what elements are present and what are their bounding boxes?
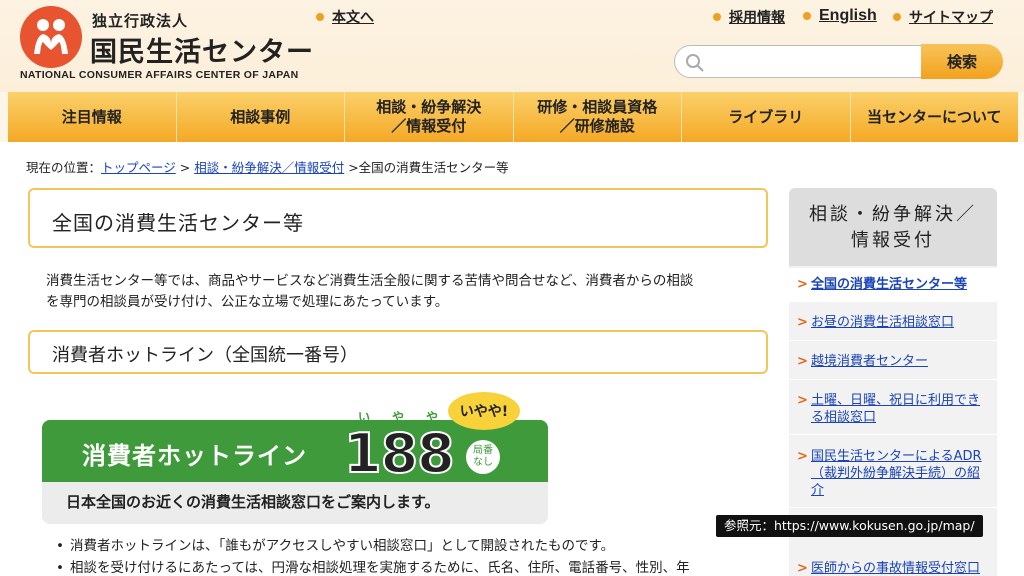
skip-link-label: 本文へ <box>332 10 374 26</box>
english-link-label: English <box>819 7 877 24</box>
bullet-dot-icon <box>713 13 721 21</box>
hotline-bullets: 消費者ホットラインは、「誰もがアクセスしやすい相談窓口」として開設されたものです… <box>56 535 766 576</box>
skip-to-content-link[interactable]: 本文へ <box>316 7 374 27</box>
breadcrumb-consult-link[interactable]: 相談・紛争解決／情報受付 <box>194 160 344 175</box>
sidebar-item-weekend-desk[interactable]: 土曜、日曜、祝日に利用できる相談窓口 <box>789 381 997 435</box>
breadcrumb-prefix: 現在の位置： <box>26 160 102 175</box>
org-name[interactable]: 国民生活センター <box>90 30 314 69</box>
recruit-link[interactable]: 採用情報 <box>713 7 785 27</box>
banner-title: 消費者ホットライン <box>82 442 307 470</box>
iyaya-bubble: いやや! <box>448 392 520 430</box>
intro-text: 消費生活センター等では、商品やサービスなど消費生活全般に関する苦情や問合せなど、… <box>46 271 766 313</box>
search-icon <box>686 54 704 72</box>
breadcrumb: 現在の位置：トップページ > 相談・紛争解決／情報受付 >全国の消費生活センター… <box>26 160 509 175</box>
intro-line: を専門の相談員が受け付け、公正な立場で処理にあたっています。 <box>46 294 449 310</box>
recruit-link-label: 採用情報 <box>729 10 785 26</box>
badge-line: 局番 <box>473 445 493 456</box>
english-link[interactable]: English <box>803 7 877 25</box>
sitemap-link[interactable]: サイトマップ <box>893 7 993 27</box>
list-item: 消費者ホットラインは、「誰もがアクセスしやすい相談窓口」として開設されたものです… <box>56 535 766 557</box>
nav-case-studies[interactable]: 相談事例 <box>176 92 345 142</box>
global-nav: 注目情報 相談事例 相談・紛争解決 ／情報受付 研修・相談員資格 ／研修施設 ラ… <box>8 92 1018 142</box>
sidebar-heading-line: 相談・紛争解決／ <box>809 204 977 225</box>
hotline-number: 188 <box>343 421 456 486</box>
search-box <box>674 45 926 78</box>
bullet-dot-icon <box>893 13 901 21</box>
nav-library[interactable]: ライブラリ <box>682 92 851 142</box>
logo-mark-icon[interactable] <box>20 6 82 68</box>
section-title: 消費者ホットライン（全国統一番号） <box>28 330 768 374</box>
badge-line: なし <box>473 457 493 468</box>
hotline-banner[interactable]: 消費者ホットライン 188 局番 なし 日本全国のお近くの消費生活相談窓口をご案… <box>42 420 548 524</box>
nav-consultation[interactable]: 相談・紛争解決 ／情報受付 <box>345 92 514 142</box>
list-item: 相談を受け付けるにあたっては、円滑な相談処理を実施するために、氏名、住所、電話番… <box>56 557 766 576</box>
org-name-en: NATIONAL CONSUMER AFFAIRS CENTER OF JAPA… <box>20 69 299 81</box>
no-area-code-badge: 局番 なし <box>466 440 500 474</box>
nav-training[interactable]: 研修・相談員資格 ／研修施設 <box>513 92 682 142</box>
bullet-dot-icon <box>316 13 324 21</box>
nav-featured[interactable]: 注目情報 <box>8 92 177 142</box>
sidebar-item-lunchtime-desk[interactable]: お昼の消費生活相談窓口 <box>789 303 997 341</box>
intro-line: 消費生活センター等では、商品やサービスなど消費生活全般に関する苦情や問合せなど、… <box>46 273 694 289</box>
nav-about[interactable]: 当センターについて <box>850 92 1018 142</box>
source-url-tooltip: 参照元：https://www.kokusen.go.jp/map/ <box>716 515 983 537</box>
sidebar-item-cross-border[interactable]: 越境消費者センター <box>789 342 997 380</box>
bullet-dot-icon <box>803 12 811 20</box>
site-header: 独立行政法人 国民生活センター NATIONAL CONSUMER AFFAIR… <box>0 0 1024 92</box>
breadcrumb-top-link[interactable]: トップページ <box>101 160 176 175</box>
search-input[interactable] <box>709 50 919 74</box>
sidebar-item-consumer-centers[interactable]: 全国の消費生活センター等 <box>789 268 997 302</box>
sidebar-item-doctor-reports[interactable]: 医師からの事故情報受付窓口 <box>789 552 997 576</box>
sidebar-heading: 相談・紛争解決／ 情報受付 <box>789 188 997 266</box>
breadcrumb-current: 全国の消費生活センター等 <box>358 160 509 175</box>
sidebar-heading-line: 情報受付 <box>851 230 935 251</box>
banner-tagline: 日本全国のお近くの消費生活相談窓口をご案内します。 <box>66 493 440 511</box>
search-button[interactable]: 検索 <box>921 44 1003 79</box>
page-title: 全国の消費生活センター等 <box>28 188 768 248</box>
org-type: 独立行政法人 <box>92 12 189 30</box>
sitemap-link-label: サイトマップ <box>909 10 993 26</box>
sidebar-item-adr[interactable]: 国民生活センターによるADR（裁判外紛争解決手続）の紹介 <box>789 436 997 508</box>
